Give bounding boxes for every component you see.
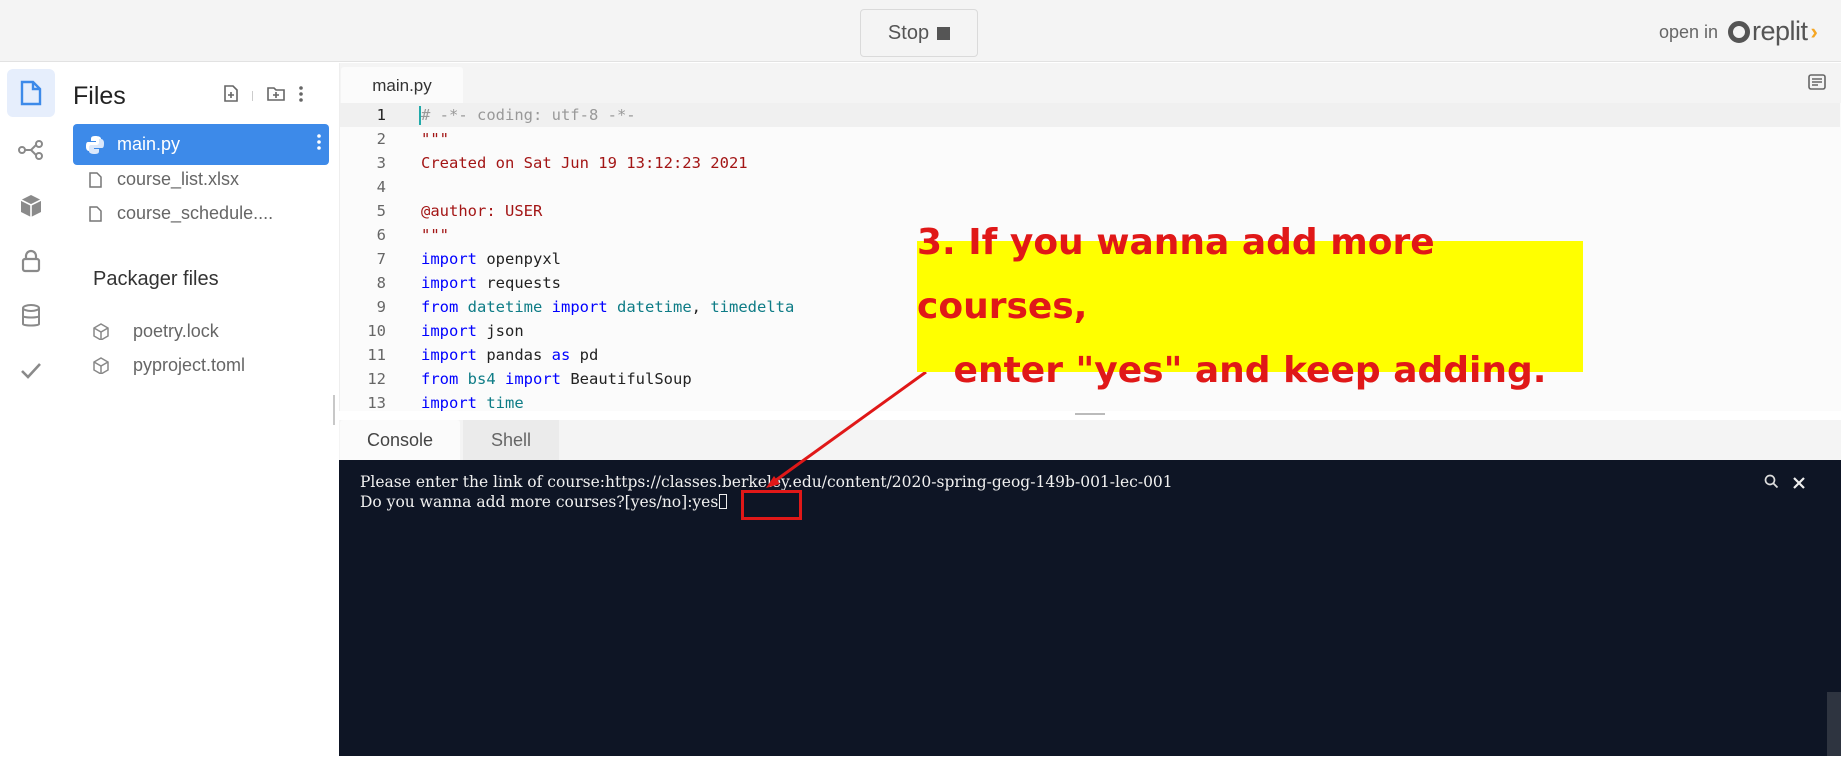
line-number: 9 (376, 298, 386, 316)
files-icon[interactable] (7, 69, 55, 117)
console-line-prompt: Do you wanna add more courses?[yes/no]:y… (360, 493, 728, 511)
terminal-cursor (719, 494, 728, 509)
line-number: 6 (376, 226, 386, 244)
code-line: 4 (340, 175, 1840, 199)
new-file-icon[interactable] (224, 85, 238, 107)
code-text: @author: USER (421, 202, 543, 220)
code-text: import json (421, 322, 524, 340)
database-icon[interactable] (7, 292, 55, 340)
file-item-course-schedule[interactable]: course_schedule.... (73, 193, 329, 234)
left-icon-rail (0, 63, 62, 758)
files-panel: Files main.py course_list.xlsx course_sc… (62, 63, 332, 758)
code-text: import openpyxl (421, 250, 561, 268)
file-options-kebab-icon[interactable] (317, 134, 321, 155)
clear-console-close-icon[interactable] (1793, 475, 1805, 493)
line-number: 2 (376, 130, 386, 148)
packages-icon[interactable] (7, 182, 55, 230)
tab-label: Shell (490, 429, 532, 450)
file-item-poetry-lock[interactable]: poetry.lock (93, 321, 219, 342)
stop-square-icon (937, 26, 951, 40)
annotation-callout: 3. If you wanna add more courses, enter … (917, 222, 1583, 391)
annotation-line-1: 3. If you wanna add more courses, (917, 221, 1435, 327)
code-text: """ (421, 226, 449, 244)
editor-console-resize-handle[interactable] (1075, 413, 1105, 415)
line-number: 8 (376, 274, 386, 292)
line-number: 7 (376, 250, 386, 268)
line-number: 13 (367, 394, 386, 412)
annotation-line-2: enter "yes" and keep adding. (953, 349, 1547, 391)
stop-button[interactable]: Stop (860, 9, 978, 57)
file-name: course_list.xlsx (117, 169, 240, 189)
console-line: Do you wanna add more courses?[yes/no]:y… (360, 493, 719, 511)
files-actions (224, 85, 303, 107)
console-tools (1764, 474, 1805, 493)
line-number: 4 (376, 178, 386, 196)
tab-label: main.py (372, 75, 432, 95)
code-line: 3 Created on Sat Jun 19 13:12:23 2021 (340, 151, 1840, 175)
tab-console[interactable]: Console (340, 420, 460, 460)
replit-wordmark: replit (1752, 16, 1808, 46)
line-number: 3 (376, 154, 386, 172)
file-name: main.py (117, 134, 181, 154)
code-line: 1 # -*- coding: utf-8 -*- (340, 103, 1840, 127)
code-line: 2 """ (340, 127, 1840, 151)
panel-splitter[interactable] (333, 395, 335, 425)
editor-tabstrip: main.py (340, 63, 1841, 104)
file-name: pyproject.toml (133, 355, 246, 375)
file-name: course_schedule.... (117, 203, 274, 223)
files-title: Files (73, 82, 126, 110)
console-line: Please enter the link of course:https://… (360, 473, 1173, 491)
secrets-lock-icon[interactable] (7, 237, 55, 285)
console-tabstrip: Console Shell (339, 420, 1841, 460)
file-item-pyproject-toml[interactable]: pyproject.toml (93, 355, 245, 376)
code-text: # -*- coding: utf-8 -*- (421, 106, 636, 124)
tab-label: Console (366, 429, 434, 450)
file-icon (73, 171, 117, 188)
search-icon[interactable] (1764, 474, 1779, 493)
code-text: import requests (421, 274, 561, 292)
file-icon (73, 205, 117, 222)
line-number: 11 (367, 346, 386, 364)
console-output[interactable]: Please enter the link of course:https://… (339, 460, 1841, 756)
console-scrollbar[interactable] (1827, 692, 1841, 756)
tab-shell[interactable]: Shell (463, 420, 559, 460)
tab-main-py[interactable]: main.py (341, 67, 463, 104)
code-text: Created on Sat Jun 19 13:12:23 2021 (421, 154, 748, 172)
package-icon (93, 323, 133, 340)
files-menu-kebab-icon[interactable] (299, 85, 303, 107)
editor-settings-icon[interactable] (1808, 74, 1826, 95)
line-number: 1 (376, 106, 386, 124)
open-in-label[interactable]: open in (1659, 22, 1718, 43)
code-text: import pandas as pd (421, 346, 599, 364)
unit-tests-check-icon[interactable] (7, 347, 55, 395)
code-text: from datetime import datetime, timedelta (421, 298, 795, 316)
line-number: 10 (367, 322, 386, 340)
line-number: 5 (376, 202, 386, 220)
actions-divider (252, 91, 253, 101)
stop-button-label: Stop (887, 21, 930, 44)
package-icon (93, 357, 133, 374)
replit-mark-icon (1728, 20, 1750, 43)
annotation-highlight-box (741, 490, 802, 520)
version-control-icon[interactable] (7, 126, 55, 174)
replit-logo[interactable]: replit › (1728, 16, 1818, 47)
packager-files-title: Packager files (93, 268, 219, 290)
new-folder-icon[interactable] (267, 86, 285, 106)
code-text: import time (421, 394, 524, 412)
code-text: from bs4 import BeautifulSoup (421, 370, 692, 388)
file-name: poetry.lock (133, 321, 219, 341)
python-icon (73, 135, 117, 155)
line-number: 12 (367, 370, 386, 388)
replit-chevron-icon: › (1810, 18, 1818, 44)
top-bar: Stop open in replit › (0, 0, 1841, 62)
code-text: """ (421, 130, 449, 148)
